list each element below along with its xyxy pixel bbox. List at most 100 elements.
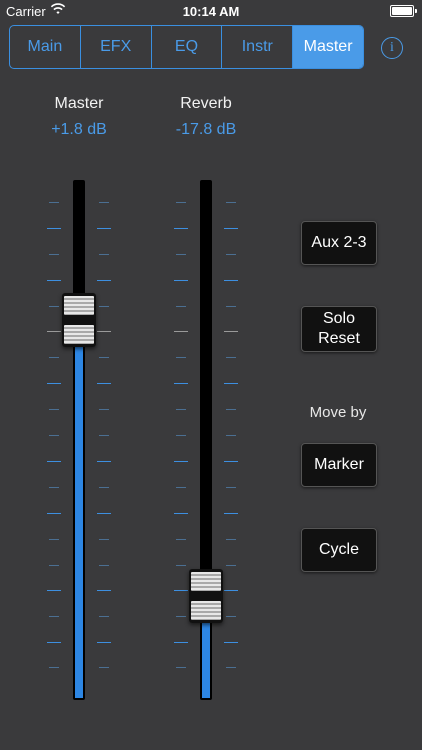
fader-tick (47, 590, 61, 591)
tab-instr[interactable]: Instr (222, 26, 294, 68)
fader-tick (226, 202, 236, 203)
fader-tick (49, 667, 59, 668)
fader-tick (226, 254, 236, 255)
fader-tick (174, 461, 188, 462)
tab-main[interactable]: Main (10, 26, 81, 68)
fader-tick (49, 487, 59, 488)
fader-tick (176, 306, 186, 307)
fader-tick (49, 435, 59, 436)
fader-grip (64, 296, 94, 316)
clock: 10:14 AM (182, 4, 240, 19)
fader-tick (49, 616, 59, 617)
fader-tick (226, 487, 236, 488)
fader-tick (226, 565, 236, 566)
fader-tick (174, 280, 188, 281)
fader-tick (99, 539, 109, 540)
fader-tick (47, 331, 61, 332)
fader-tick (224, 383, 238, 384)
aux-button[interactable]: Aux 2-3 (301, 221, 377, 265)
tab-efx[interactable]: EFX (81, 26, 152, 68)
fader-tick (49, 409, 59, 410)
fader-tick (99, 202, 109, 203)
fader-tick (224, 461, 238, 462)
fader-tick (224, 280, 238, 281)
fader-tick (224, 642, 238, 643)
fader-tick (226, 435, 236, 436)
fader-tick (97, 513, 111, 514)
fader-knob[interactable] (62, 293, 96, 348)
fader-tick (226, 616, 236, 617)
fader-grip (191, 572, 221, 591)
tab-master[interactable]: Master (293, 26, 363, 68)
fader-track (73, 180, 85, 700)
fader-tick (176, 565, 186, 566)
fader-tick (97, 280, 111, 281)
fader-grip (64, 325, 94, 345)
solo-reset-line2: Reset (318, 330, 360, 347)
fader-tick (174, 228, 188, 229)
fader-tick (99, 667, 109, 668)
fader-tick (226, 667, 236, 668)
fader-tick (99, 565, 109, 566)
fader-tick (97, 383, 111, 384)
fader-tick (97, 461, 111, 462)
fader-tick (174, 642, 188, 643)
fader-tick (47, 513, 61, 514)
fader-tick (97, 590, 111, 591)
section-tabs: Main EFX EQ Instr Master (9, 25, 364, 69)
fader-tick (99, 357, 109, 358)
fader-tick (176, 667, 186, 668)
fader-tick (49, 254, 59, 255)
fader-tick (49, 306, 59, 307)
fader-tick (99, 409, 109, 410)
fader-tick (99, 616, 109, 617)
fader-tick (226, 539, 236, 540)
fader-tick (97, 642, 111, 643)
fader-tick (224, 331, 238, 332)
move-by-label: Move by (309, 404, 367, 421)
fader-knob[interactable] (189, 569, 223, 623)
fader-tick (97, 228, 111, 229)
fader-tick (224, 590, 238, 591)
fader-tick (99, 254, 109, 255)
fader-tick (99, 487, 109, 488)
fader-tick (47, 642, 61, 643)
solo-reset-line1: Solo (322, 310, 356, 327)
fader-tick (47, 228, 61, 229)
tab-eq[interactable]: EQ (152, 26, 223, 68)
fader-tick (47, 280, 61, 281)
cycle-button[interactable]: Cycle (301, 528, 377, 572)
reverb-channel-name: Reverb (180, 95, 232, 112)
marker-button[interactable]: Marker (301, 443, 377, 487)
solo-reset-button[interactable]: Solo Reset (301, 306, 377, 352)
master-channel-name: Master (54, 95, 104, 112)
fader-tick (176, 202, 186, 203)
fader-tick (49, 357, 59, 358)
fader-tick (226, 306, 236, 307)
fader-tick (176, 487, 186, 488)
battery-icon (390, 5, 417, 17)
fader-tick (224, 228, 238, 229)
master-channel-value: +1.8 dB (51, 121, 107, 138)
fader-tick (49, 539, 59, 540)
fader-tick (174, 383, 188, 384)
fader-grip (191, 601, 221, 620)
fader-tick (47, 461, 61, 462)
fader-tick (174, 590, 188, 591)
fader-tick (176, 254, 186, 255)
fader-tick (49, 565, 59, 566)
fader-tick (226, 357, 236, 358)
reverb-channel-value: -17.8 dB (175, 121, 237, 138)
fader-tick (174, 331, 188, 332)
fader-tick (176, 616, 186, 617)
fader-tick (176, 435, 186, 436)
fader-tick (176, 409, 186, 410)
fader-tick (224, 513, 238, 514)
fader-tick (176, 539, 186, 540)
fader-tick (226, 409, 236, 410)
fader-tick (99, 435, 109, 436)
fader-tick (47, 383, 61, 384)
fader-level-fill (75, 320, 83, 698)
info-icon[interactable]: i (381, 37, 403, 59)
fader-tick (49, 202, 59, 203)
